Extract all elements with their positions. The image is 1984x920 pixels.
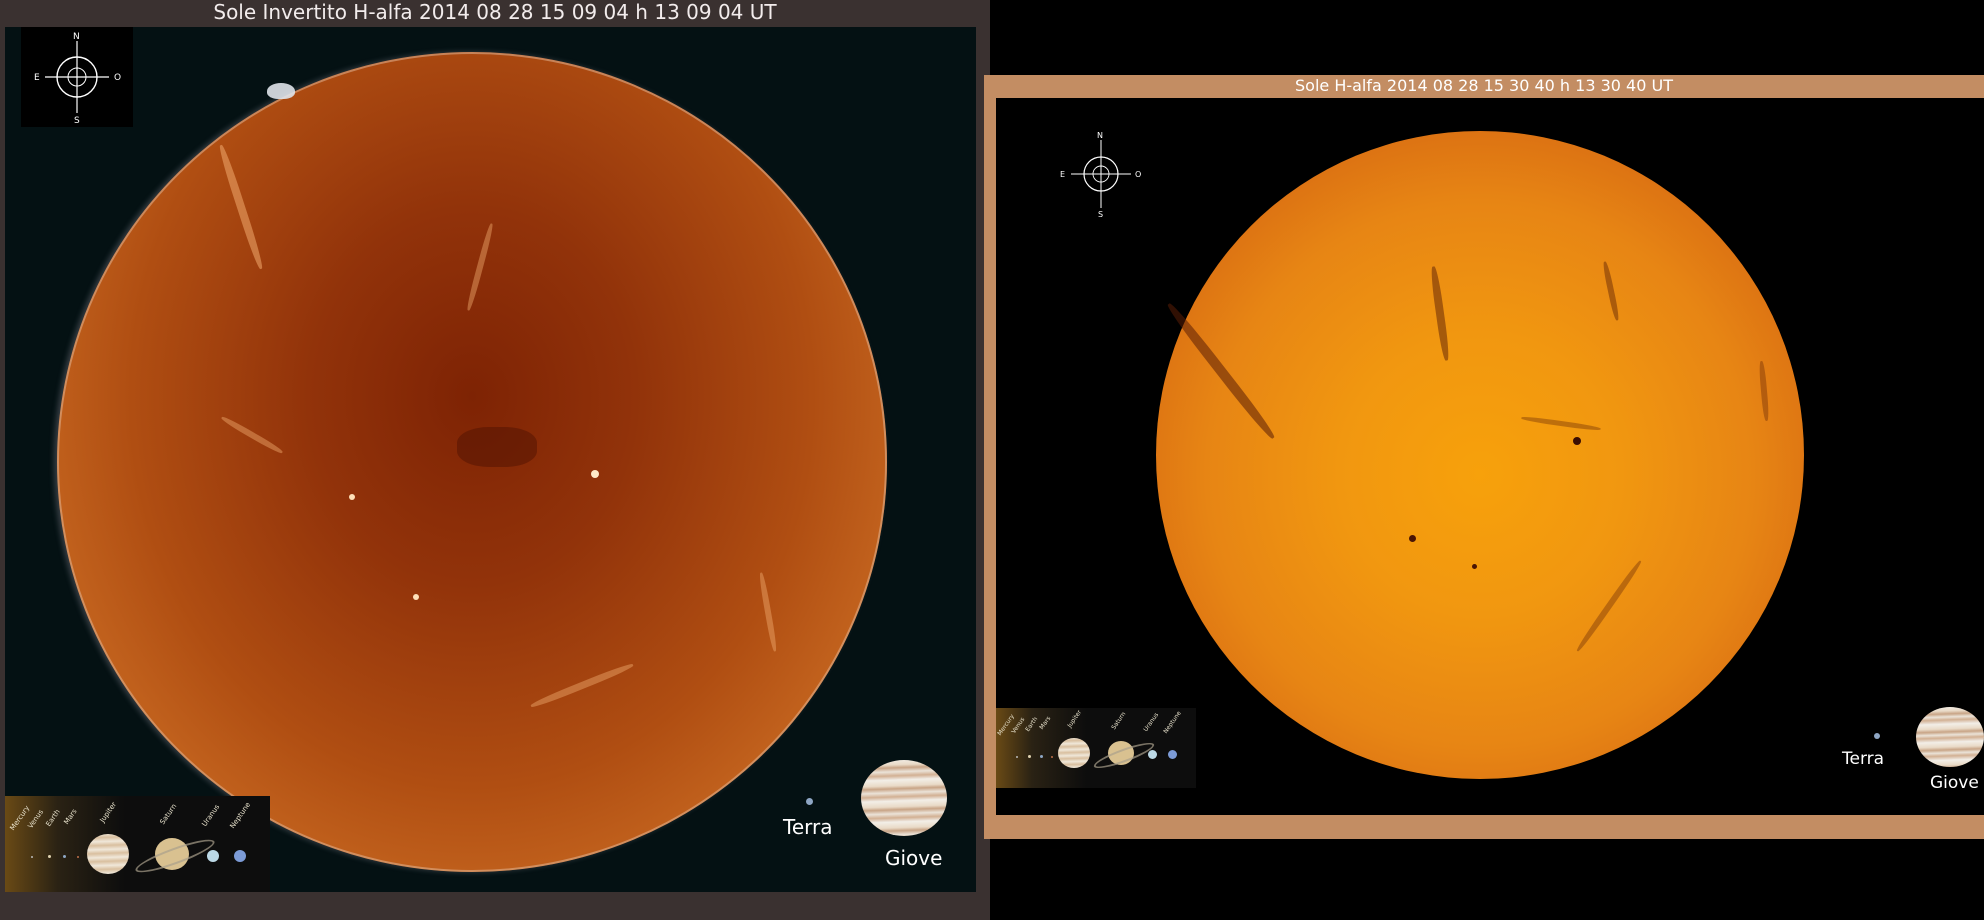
legend-label: Saturn xyxy=(1110,710,1128,731)
filament xyxy=(217,143,265,271)
sunspot xyxy=(1472,564,1477,569)
mercury-planet xyxy=(1016,756,1018,758)
sunspot xyxy=(1409,535,1416,542)
bright-point xyxy=(413,594,419,600)
compass-west-label: O xyxy=(1135,170,1141,179)
right-title: Sole H-alfa 2014 08 28 15 30 40 h 13 30 … xyxy=(1295,76,1673,95)
earth-label: Terra xyxy=(1842,749,1885,769)
jupiter-scale-image xyxy=(861,760,947,836)
earth-planet xyxy=(63,855,66,858)
legend-label: Mercury xyxy=(8,804,32,832)
filament xyxy=(1164,300,1278,442)
left-sun-image: N S E O Mercury Venus Earth Mars Jupiter… xyxy=(5,27,976,892)
uranus-planet xyxy=(1148,750,1157,759)
compass-east-label: E xyxy=(1060,170,1065,179)
sun-disk xyxy=(1156,131,1804,779)
jupiter-label: Giove xyxy=(885,846,943,870)
earth-scale-dot xyxy=(806,798,813,805)
compass-west-label: O xyxy=(114,73,121,83)
filament xyxy=(465,222,495,312)
earth-planet xyxy=(1040,755,1043,758)
compass-east-label: E xyxy=(34,73,40,83)
mercury-planet xyxy=(31,856,33,858)
planet-size-legend: Mercury Venus Earth Mars Jupiter Saturn … xyxy=(996,708,1196,788)
legend-label: Uranus xyxy=(200,803,222,828)
filament xyxy=(1601,261,1621,321)
neptune-planet xyxy=(234,850,246,862)
compass-rose: N S E O xyxy=(21,27,133,127)
right-panel: Sole H-alfa 2014 08 28 15 30 40 h 13 30 … xyxy=(984,75,1984,839)
legend-label: Neptune xyxy=(228,800,253,830)
legend-label: Jupiter xyxy=(1066,708,1084,729)
compass-north-label: N xyxy=(73,32,80,42)
filament xyxy=(758,572,778,652)
filament xyxy=(529,661,635,710)
prominence xyxy=(267,83,295,99)
jupiter-planet xyxy=(87,834,129,874)
mars-planet xyxy=(77,856,79,858)
jupiter-scale-image xyxy=(1916,707,1984,767)
inverted-sun-disk xyxy=(57,52,887,872)
compass-rose: N S E O xyxy=(1056,128,1146,219)
filament xyxy=(1521,415,1601,432)
left-panel: Sole Invertito H-alfa 2014 08 28 15 09 0… xyxy=(0,0,990,920)
compass-south-label: S xyxy=(1098,210,1103,218)
sunspot xyxy=(1573,437,1581,445)
earth-label: Terra xyxy=(783,815,833,839)
filament xyxy=(1574,559,1644,653)
filament xyxy=(220,414,284,456)
compass-north-label: N xyxy=(1097,131,1103,140)
right-sun-image: N S E O Mercury Venus Earth Mars Jupiter… xyxy=(996,98,1984,815)
compass-south-label: S xyxy=(74,116,80,126)
bright-point xyxy=(591,470,599,478)
venus-planet xyxy=(48,855,51,858)
earth-scale-dot xyxy=(1874,733,1880,739)
mars-planet xyxy=(1051,756,1053,758)
neptune-planet xyxy=(1168,750,1177,759)
legend-label: Neptune xyxy=(1162,709,1183,735)
filament xyxy=(1429,265,1451,362)
legend-label: Saturn xyxy=(158,802,179,826)
legend-label: Uranus xyxy=(1142,711,1161,733)
legend-label: Mars xyxy=(62,807,79,826)
legend-label: Mars xyxy=(1038,715,1053,731)
left-title: Sole Invertito H-alfa 2014 08 28 15 09 0… xyxy=(213,0,777,24)
legend-label: Earth xyxy=(1024,715,1040,733)
filament xyxy=(1758,360,1770,422)
dark-region xyxy=(457,427,537,467)
legend-label: Jupiter xyxy=(98,800,119,824)
venus-planet xyxy=(1028,755,1031,758)
legend-label: Earth xyxy=(44,808,62,828)
bright-point xyxy=(349,494,355,500)
jupiter-planet xyxy=(1058,738,1090,768)
planet-size-legend: Mercury Venus Earth Mars Jupiter Saturn … xyxy=(5,796,270,892)
uranus-planet xyxy=(207,850,219,862)
jupiter-label: Giove xyxy=(1930,773,1979,793)
